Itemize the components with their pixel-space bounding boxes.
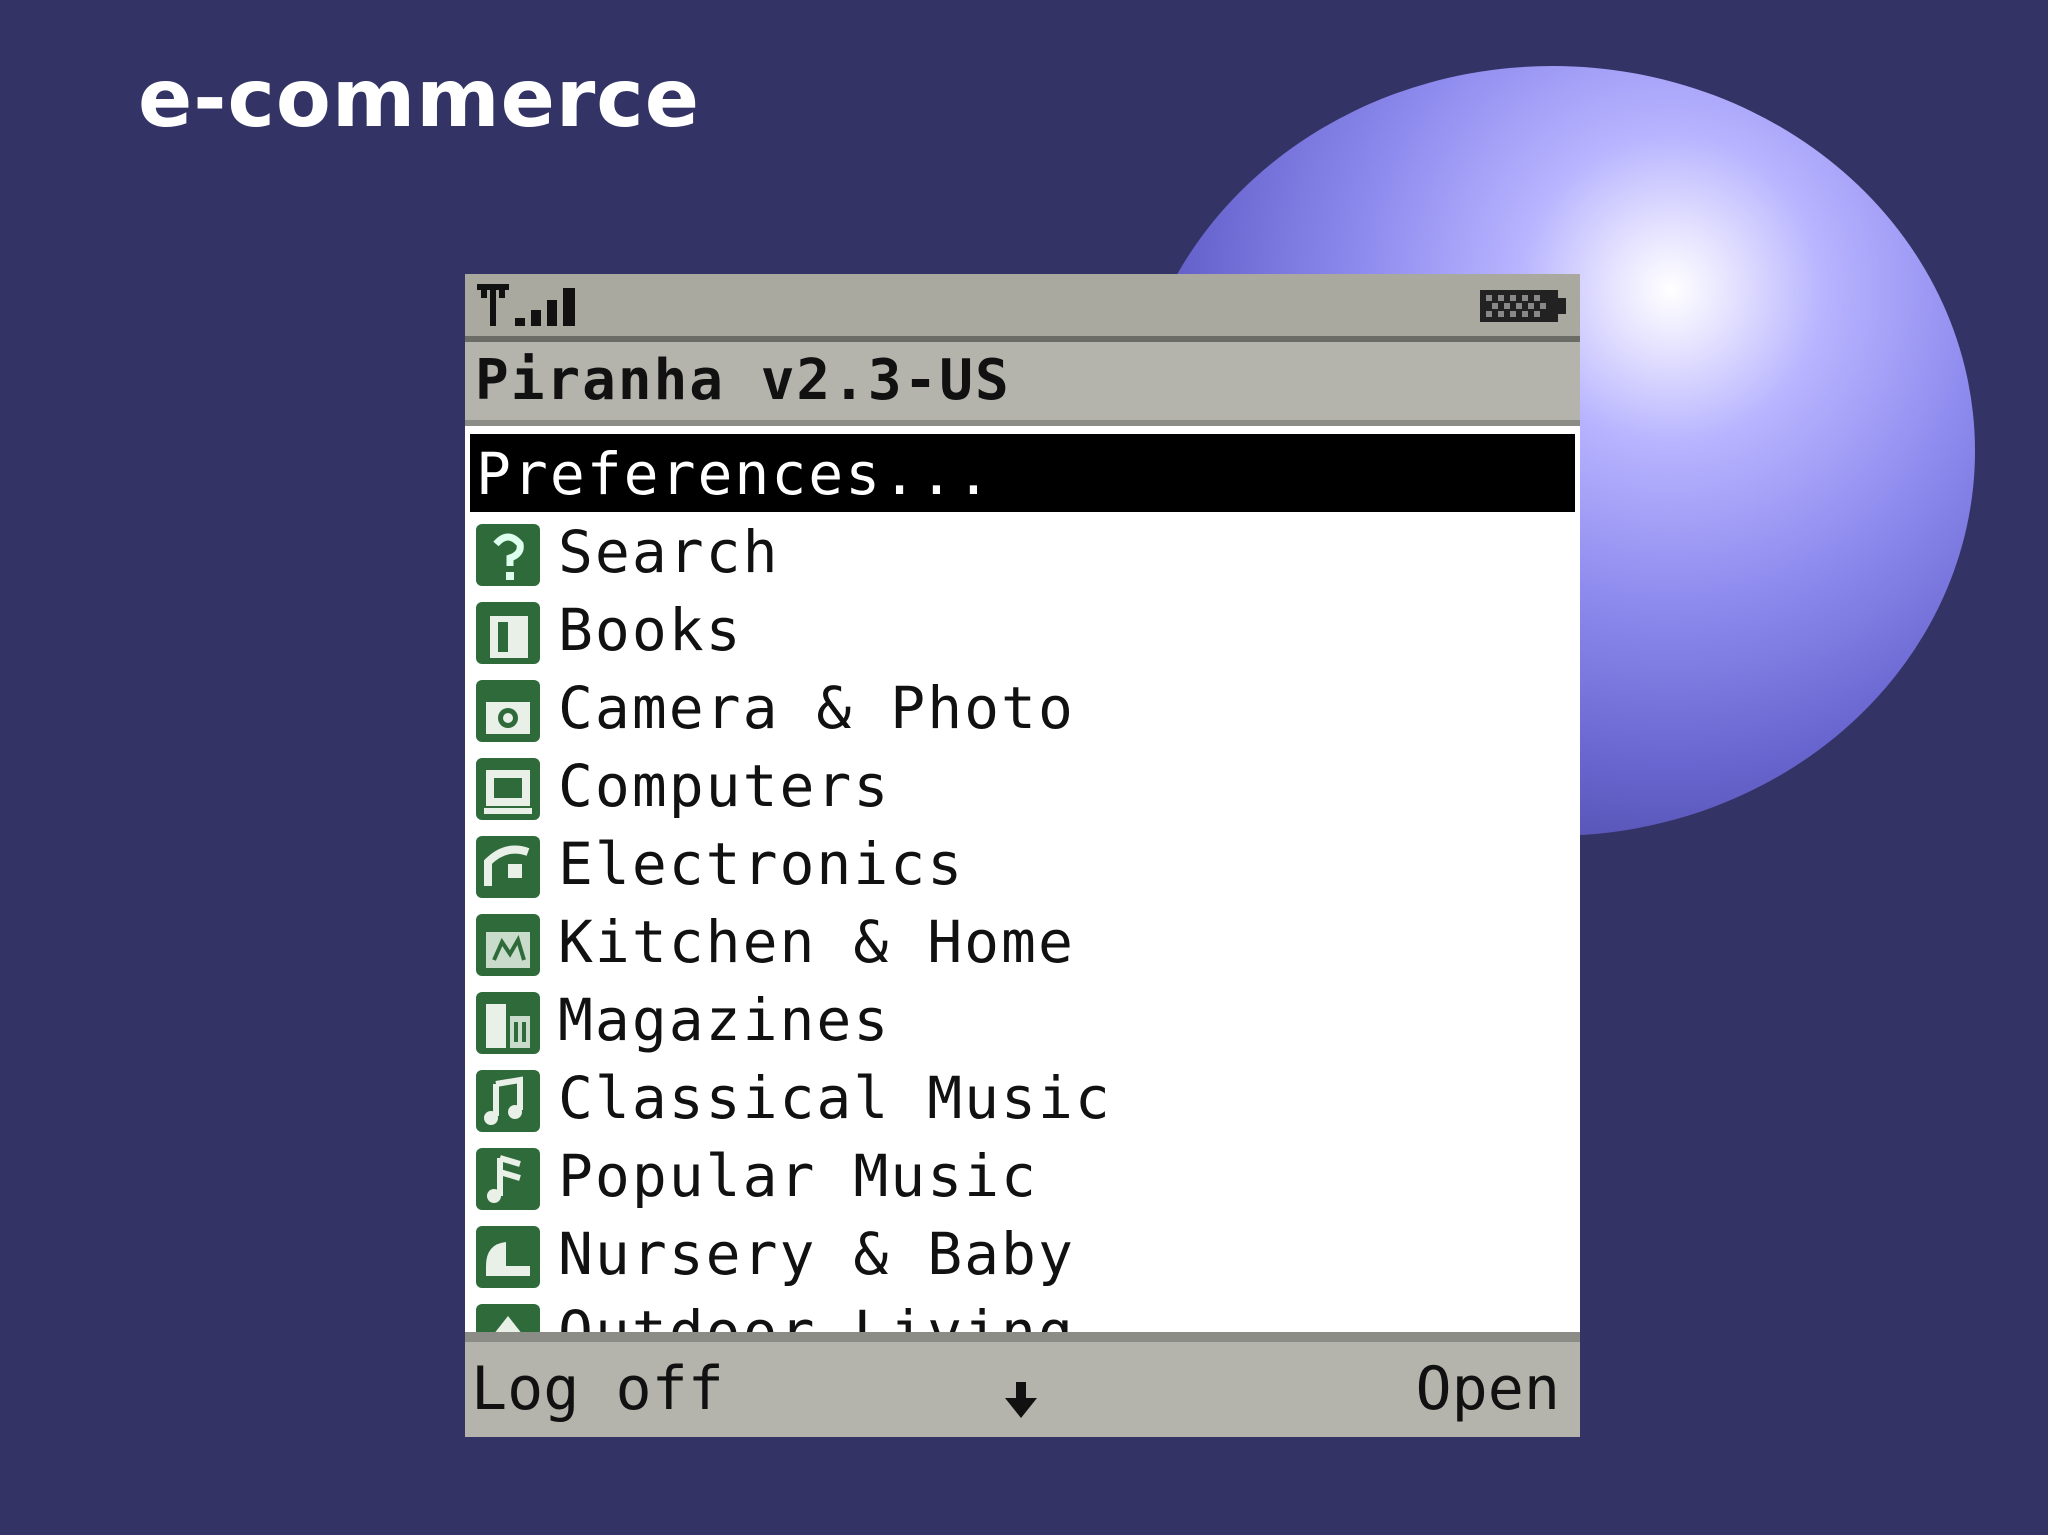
menu-item-label: Electronics (558, 830, 965, 898)
menu-item-label: Magazines (558, 986, 891, 1054)
menu-item-label: Books (558, 596, 743, 664)
menu-item-label: Preferences... (476, 440, 993, 508)
category-menu: Preferences... Search Books Camera & Pho… (465, 426, 1580, 1437)
menu-item-classical-music[interactable]: Classical Music (470, 1058, 1575, 1136)
menu-item-magazines[interactable]: Magazines (470, 980, 1575, 1058)
menu-item-popular-music[interactable]: Popular Music (470, 1136, 1575, 1214)
electronics-icon (476, 836, 540, 898)
app-title-bar: Piranha v2.3-US (465, 342, 1580, 420)
battery-icon (1480, 290, 1566, 322)
menu-item-electronics[interactable]: Electronics (470, 824, 1575, 902)
classical-music-icon (476, 1070, 540, 1132)
menu-item-search[interactable]: Search (470, 512, 1575, 590)
softkey-bar: Log off Open (465, 1342, 1580, 1437)
softkey-divider (465, 1332, 1580, 1342)
menu-item-label: Camera & Photo (558, 674, 1075, 742)
menu-item-label: Popular Music (558, 1142, 1038, 1210)
menu-item-kitchen-home[interactable]: Kitchen & Home (470, 902, 1575, 980)
menu-item-label: Nursery & Baby (558, 1220, 1075, 1288)
log-off-softkey[interactable]: Log off (471, 1354, 724, 1424)
computer-icon (476, 758, 540, 820)
menu-item-nursery-baby[interactable]: Nursery & Baby (470, 1214, 1575, 1292)
open-softkey[interactable]: Open (1416, 1354, 1561, 1424)
app-title: Piranha v2.3-US (475, 348, 1011, 413)
search-question-icon (476, 524, 540, 586)
menu-item-label: Classical Music (558, 1064, 1112, 1132)
status-bar (465, 274, 1580, 336)
menu-item-computers[interactable]: Computers (470, 746, 1575, 824)
popular-music-icon (476, 1148, 540, 1210)
slide-title: e-commerce (138, 52, 700, 145)
menu-item-books[interactable]: Books (470, 590, 1575, 668)
menu-item-label: Kitchen & Home (558, 908, 1075, 976)
kitchen-icon (476, 914, 540, 976)
menu-item-camera-photo[interactable]: Camera & Photo (470, 668, 1575, 746)
menu-item-preferences[interactable]: Preferences... (470, 434, 1575, 512)
magazine-icon (476, 992, 540, 1054)
scroll-down-arrow-icon (1005, 1382, 1037, 1418)
signal-strength-icon (477, 284, 575, 326)
phone-screen: Piranha v2.3-US Preferences... Search Bo… (465, 274, 1580, 1437)
menu-item-label: Search (558, 518, 780, 586)
camera-icon (476, 680, 540, 742)
book-icon (476, 602, 540, 664)
nursery-icon (476, 1226, 540, 1288)
menu-item-label: Computers (558, 752, 891, 820)
